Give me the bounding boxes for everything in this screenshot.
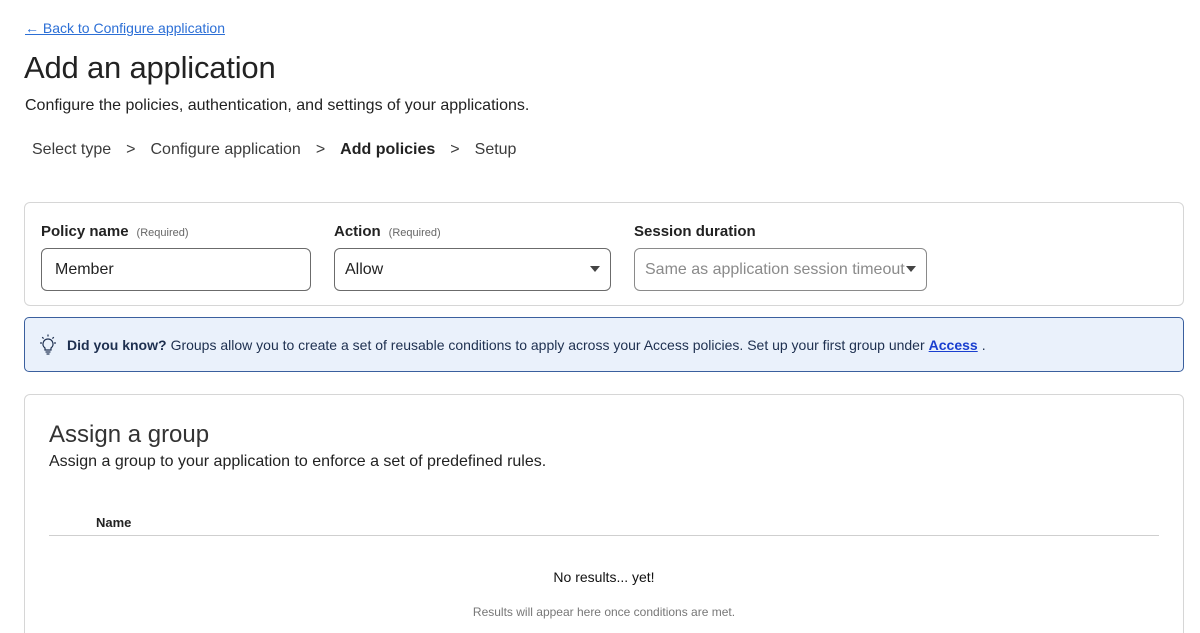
step-select-type[interactable]: Select type: [32, 141, 111, 159]
assign-group-title: Assign a group: [49, 421, 210, 448]
session-duration-placeholder: Same as application session timeout: [645, 260, 905, 278]
column-header-name[interactable]: Name: [96, 515, 131, 530]
step-separator: >: [450, 141, 460, 158]
chevron-down-icon: [906, 266, 916, 272]
session-duration-field: Session duration Same as application ses…: [634, 223, 927, 291]
step-separator: >: [126, 141, 136, 158]
chevron-down-icon: [590, 266, 600, 272]
info-banner-period: .: [981, 336, 986, 353]
policy-name-value: Member: [55, 260, 114, 278]
wizard-steps: Select type > Configure application > Ad…: [32, 141, 516, 159]
session-duration-label: Session duration: [634, 223, 756, 240]
info-banner-text: Groups allow you to create a set of reus…: [170, 336, 925, 353]
info-banner-heading: Did you know?: [67, 336, 167, 353]
access-link[interactable]: Access: [929, 337, 978, 353]
assign-group-card: Assign a group Assign a group to your ap…: [24, 394, 1184, 633]
step-add-policies[interactable]: Add policies: [340, 141, 435, 159]
step-configure-application[interactable]: Configure application: [151, 141, 301, 159]
empty-state-title: No results... yet!: [553, 569, 655, 585]
action-label: Action: [334, 223, 381, 240]
page-title: Add an application: [24, 50, 276, 85]
step-setup[interactable]: Setup: [475, 141, 517, 159]
required-hint: (Required): [136, 227, 189, 239]
groups-table-header: Name: [49, 513, 1159, 536]
page-subtitle: Configure the policies, authentication, …: [25, 97, 530, 114]
info-banner: Did you know? Groups allow you to create…: [24, 317, 1184, 372]
action-select[interactable]: Allow: [334, 248, 611, 291]
empty-state-subtitle: Results will appear here once conditions…: [472, 605, 736, 619]
policy-name-label: Policy name: [41, 223, 129, 240]
policy-name-field: Policy name (Required) Member: [41, 223, 311, 291]
session-duration-select[interactable]: Same as application session timeout: [634, 248, 927, 291]
back-to-configure-link[interactable]: ← Back to Configure application: [25, 20, 225, 36]
policy-name-input[interactable]: Member: [41, 248, 311, 291]
step-separator: >: [315, 141, 326, 158]
assign-group-subtitle: Assign a group to your application to en…: [49, 453, 547, 470]
lightbulb-icon: [40, 334, 56, 355]
policy-settings-card: Policy name (Required) Member Action (Re…: [24, 202, 1184, 306]
action-field: Action (Required) Allow: [334, 223, 611, 291]
required-hint: (Required): [388, 227, 441, 239]
action-value: Allow: [345, 260, 384, 278]
